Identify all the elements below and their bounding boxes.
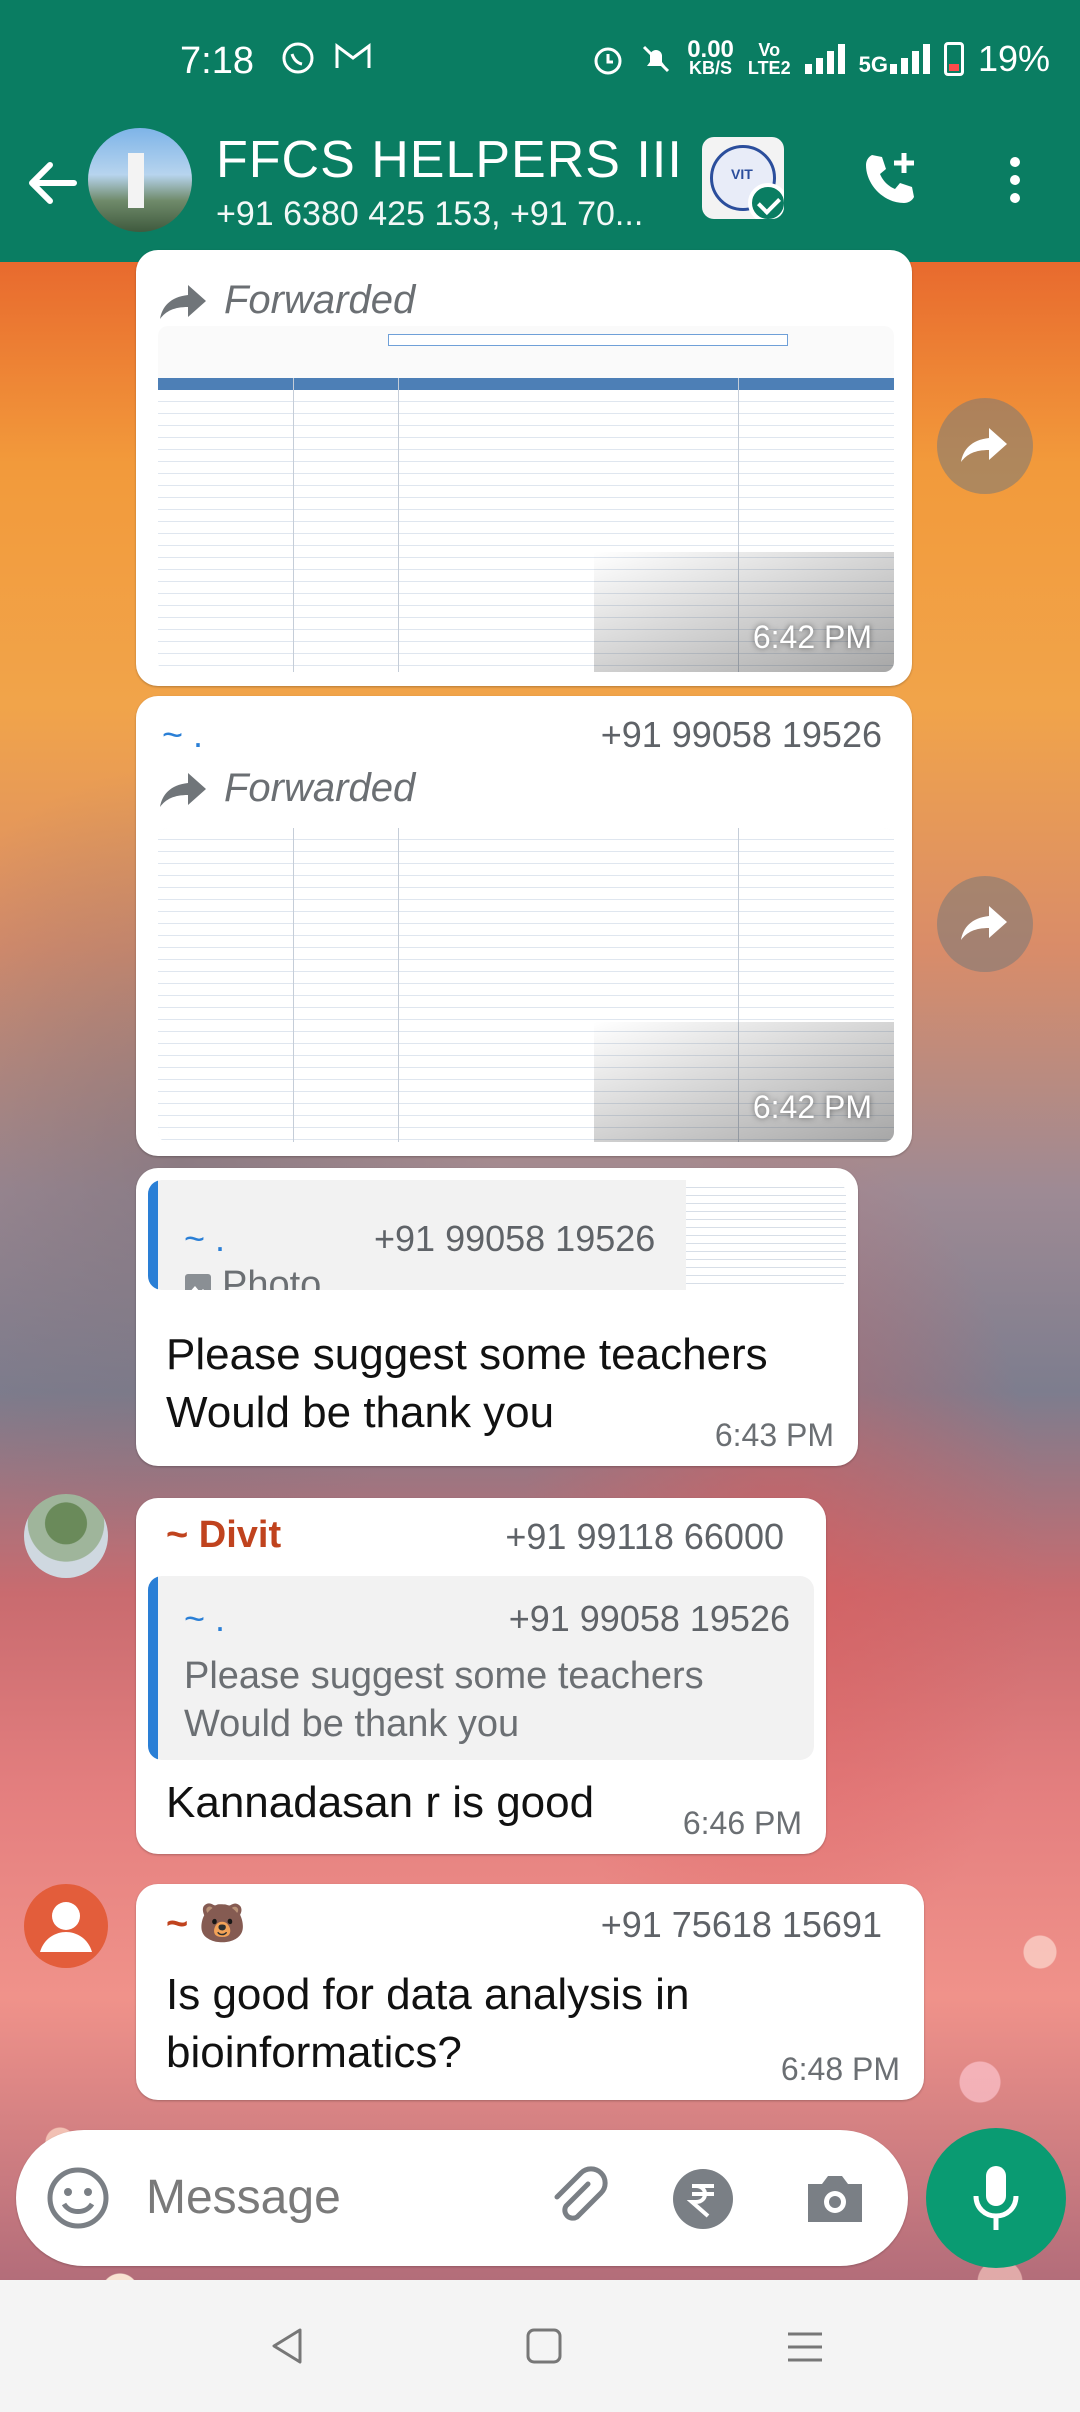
community-icon[interactable] <box>702 137 784 219</box>
back-arrow-icon[interactable] <box>22 153 82 213</box>
forward-share-icon <box>961 428 1007 462</box>
photo-icon <box>185 1273 211 1290</box>
message-text-line: bioinformatics? <box>166 2028 462 2077</box>
sender-name[interactable]: ~ . <box>162 714 203 756</box>
volte-top: Vo <box>758 40 781 60</box>
message-input[interactable]: Message <box>146 2170 341 2225</box>
sender-phone[interactable]: +91 99118 66000 <box>505 1516 784 1558</box>
quoted-text-message[interactable]: ~ . +91 99058 19526 Please suggest some … <box>148 1576 814 1760</box>
sender-phone[interactable]: +91 99058 19526 <box>601 714 882 756</box>
shared-table-image[interactable]: 6:42 PM <box>158 828 894 1142</box>
forward-button[interactable] <box>937 876 1033 972</box>
image-dropdown <box>388 334 788 346</box>
sender-avatar[interactable] <box>24 1494 108 1578</box>
volte-bottom: LTE2 <box>747 58 791 78</box>
nav-menu-icon[interactable] <box>784 2328 826 2366</box>
message-text: Please suggest some teachers Would be th… <box>166 1326 768 1442</box>
volte-indicator: Vo LTE2 <box>748 41 791 77</box>
status-bar: 7:18 0.00 KB/S Vo LTE2 5G 19% <box>0 0 1080 125</box>
sender-name[interactable]: ~ 🐻 <box>166 1902 246 1946</box>
more-options-icon[interactable] <box>1000 151 1030 211</box>
message-time: 6:43 PM <box>714 1417 834 1453</box>
mic-button[interactable] <box>926 2128 1066 2268</box>
message-reply-2[interactable]: ~ Divit +91 99118 66000 ~ . +91 99058 19… <box>136 1498 826 1854</box>
quoted-photo-message[interactable]: ~ . +91 99058 19526 Photo <box>148 1180 846 1290</box>
signal-bars-2-icon <box>889 44 930 74</box>
mute-bell-icon <box>643 45 670 73</box>
net-speed-unit: KB/S <box>689 58 733 78</box>
sender-avatar[interactable] <box>24 1884 108 1968</box>
alarm-icon <box>594 47 622 75</box>
signal-bars-icon <box>804 44 845 74</box>
camera-icon[interactable] <box>802 2168 868 2228</box>
quote-sender: ~ . <box>184 1598 226 1639</box>
message-composer[interactable]: Message <box>16 2130 908 2266</box>
sender-name[interactable]: ~ Divit <box>166 1514 281 1557</box>
message-time: 6:42 PM <box>752 619 872 655</box>
mic-icon <box>973 2166 1019 2230</box>
whatsapp-icon <box>282 42 314 74</box>
quote-text: Please suggest some teachers Would be th… <box>184 1652 704 1748</box>
network-type: 5G <box>858 52 888 77</box>
quote-phone: +91 99058 19526 <box>374 1218 656 1259</box>
message-text-line: Is good for data analysis in <box>166 1970 690 2019</box>
quote-text-line: Please suggest some teachers <box>184 1655 704 1697</box>
nav-home-icon[interactable] <box>524 2326 564 2366</box>
shared-table-image[interactable]: 6:42 PM <box>158 326 894 672</box>
person-icon <box>40 1902 92 1952</box>
message-text: Is good for data analysis in bioinformat… <box>166 1966 689 2082</box>
message-text-1[interactable]: ~ 🐻 +91 75618 15691 Is good for data ana… <box>136 1884 924 2100</box>
quote-phone: +91 99058 19526 <box>508 1598 790 1639</box>
quote-kind: Photo <box>184 1264 321 1290</box>
rupee-icon[interactable] <box>672 2168 734 2230</box>
forwarded-text: Forwarded <box>224 278 416 322</box>
battery-level: 19% <box>977 38 1050 79</box>
quote-kind-label: Photo <box>222 1264 322 1290</box>
forward-icon <box>160 284 206 319</box>
system-navbar <box>0 2280 1080 2412</box>
message-time: 6:42 PM <box>752 1089 872 1125</box>
chat-header: FFCS HELPERS III +91 6380 425 153, +91 7… <box>0 125 1080 262</box>
net-speed-value: 0.00 <box>687 36 734 63</box>
forwarded-label: Forwarded <box>158 766 415 811</box>
message-text: Kannadasan r is good <box>166 1778 595 1827</box>
attach-icon[interactable] <box>544 2164 614 2234</box>
quote-thumbnail <box>686 1180 846 1290</box>
message-forwarded-image-1[interactable]: Forwarded 6:42 PM <box>136 250 912 686</box>
message-forwarded-image-2[interactable]: ~ . +91 99058 19526 Forwarded 6:42 PM <box>136 696 912 1156</box>
group-avatar[interactable] <box>88 128 192 232</box>
forwarded-text: Forwarded <box>224 766 416 810</box>
emoji-icon[interactable] <box>46 2166 110 2230</box>
forward-button[interactable] <box>937 398 1033 494</box>
message-text-line: Would be thank you <box>166 1388 555 1437</box>
add-call-icon[interactable] <box>858 147 922 211</box>
gmail-icon <box>335 43 371 68</box>
quote-text-line: Would be thank you <box>184 1703 520 1745</box>
group-title[interactable]: FFCS HELPERS III <box>216 130 683 190</box>
sender-phone[interactable]: +91 75618 15691 <box>601 1904 882 1946</box>
signal-5g: 5G <box>858 44 930 77</box>
net-speed: 0.00 KB/S <box>687 36 734 78</box>
status-right: 0.00 KB/S Vo LTE2 5G 19% <box>591 38 1050 80</box>
message-time: 6:46 PM <box>682 1805 802 1841</box>
forwarded-label: Forwarded <box>158 278 415 323</box>
battery-icon <box>943 42 964 76</box>
message-reply-1[interactable]: ~ . +91 99058 19526 Photo Please suggest… <box>136 1168 858 1466</box>
status-time: 7:18 <box>180 40 254 82</box>
message-time: 6:48 PM <box>780 2051 900 2087</box>
notification-icons <box>280 40 372 76</box>
group-participants[interactable]: +91 6380 425 153, +91 70... <box>216 195 643 234</box>
nav-back-icon[interactable] <box>266 2324 310 2368</box>
quote-sender: ~ . <box>184 1218 226 1259</box>
message-text-line: Please suggest some teachers <box>166 1330 768 1379</box>
forward-share-icon <box>961 906 1007 940</box>
forward-icon <box>160 772 206 807</box>
